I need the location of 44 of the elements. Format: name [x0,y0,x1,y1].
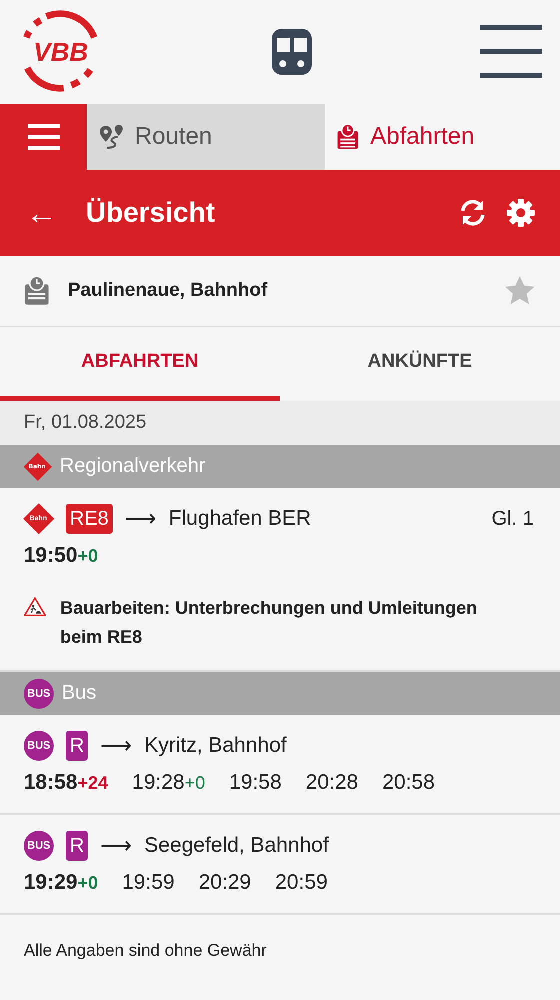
back-button[interactable]: ← [22,194,62,232]
arrow-icon: ⟶ [100,733,132,759]
nav-tab[interactable]: Routen [87,104,324,170]
disclaimer: Alle Angaben sind ohne Gewähr [23,940,268,962]
destination: Seegefeld, Bahnhof [144,834,330,858]
departure-time: 20:58 [382,771,436,795]
departure-time: 19:50+0 [24,544,98,568]
departure-time: 18:58+24 [24,771,108,795]
destination: Kyritz, Bahnhof [144,734,288,758]
departure-time: 20:59 [275,871,328,895]
vbb-logo[interactable]: VBB [18,7,104,97]
date-header: Fr, 01.08.2025 [0,401,560,445]
departure-row[interactable]: BUS R ⟶ Kyritz, Bahnhof 18:58+24 19:28+0 19:58 20:28 20:58 [0,715,560,815]
platform: Gl. 1 [492,508,534,530]
arrow-icon: ⟶ [100,833,132,859]
menu-icon[interactable] [28,124,60,150]
construction-icon [24,596,46,618]
stop-name: Paulinenaue, Bahnhof [68,280,269,302]
menu-icon[interactable] [480,25,542,79]
section-title: Bus [62,682,96,705]
departure-time: 19:29+0 [24,871,98,895]
departure-time: 19:28+0 [132,771,206,795]
departure-time: 20:29 [198,871,252,895]
tab[interactable]: ANKÜNFTE [280,327,560,401]
departure-time: 20:28 [306,771,358,795]
star-icon[interactable] [504,275,536,307]
bus-icon: BUS [24,731,54,761]
line-badge: R [66,731,88,761]
bus-icon: BUS [24,678,54,708]
line-badge: RE8 [66,504,113,534]
bus-icon: BUS [24,831,54,861]
arrow-icon: ⟶ [124,506,157,532]
destination: Flughafen BER [168,507,312,531]
train-icon[interactable] [272,29,312,75]
timetable-icon [24,276,50,306]
route-icon [99,124,125,150]
notice-text: Bauarbeiten: Unterbrechungen und Umleitungen beim RE8 [60,597,478,649]
page-title: Übersicht [86,197,216,229]
departure-time: 19:58 [229,771,282,795]
line-badge: R [66,831,88,861]
settings-icon[interactable] [506,198,536,228]
departure-row[interactable]: BUS R ⟶ Seegefeld, Bahnhof 19:29+0 19:59 20:29 20:59 [0,815,560,915]
departure-time: 19:59 [122,871,175,895]
section-title: Regionalverkehr [60,455,206,478]
